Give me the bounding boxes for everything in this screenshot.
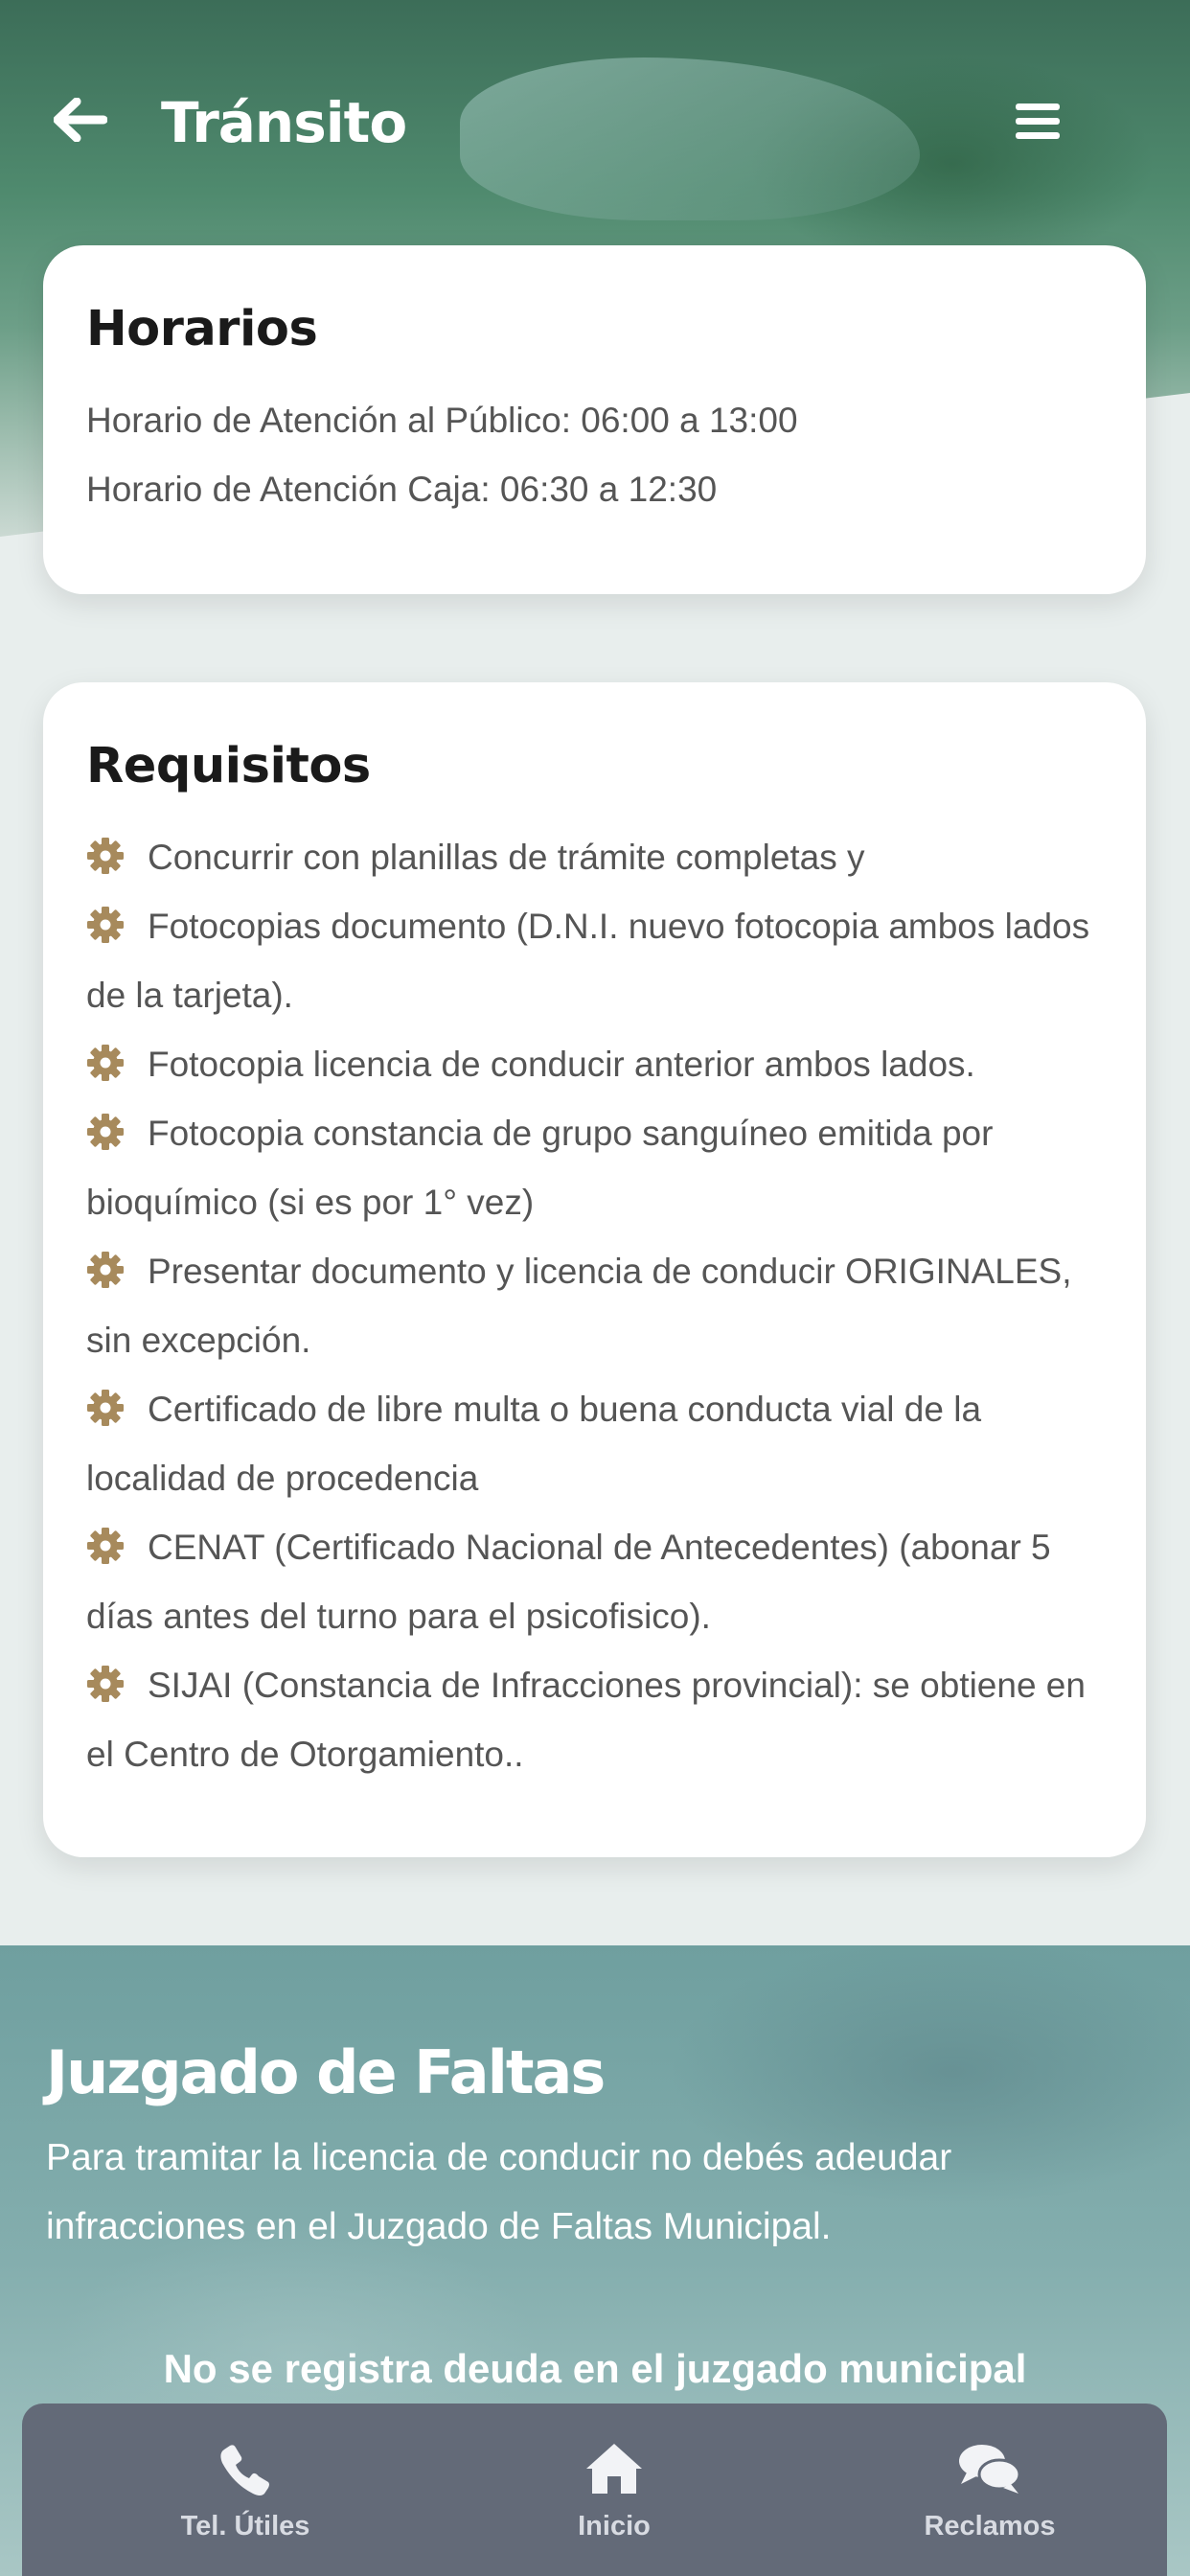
arrow-left-icon[interactable] (53, 97, 108, 143)
gear-icon (86, 1243, 125, 1288)
gear-icon (86, 829, 125, 874)
list-item: Fotocopias documento (D.N.I. nuevo fotoc… (86, 892, 1103, 1030)
bottom-navigation: Tel. Útiles Inicio Reclamos (22, 2404, 1167, 2576)
horarios-card: Horarios Horario de Atención al Público:… (43, 245, 1146, 594)
chat-bubbles-icon (959, 2445, 1021, 2494)
requisitos-title: Requisitos (86, 738, 371, 794)
list-item: SIJAI (Constancia de Infracciones provin… (86, 1651, 1103, 1789)
gear-icon (86, 1105, 125, 1150)
gear-icon (86, 1519, 125, 1564)
home-icon (586, 2444, 642, 2494)
nav-item-reclamos[interactable]: Reclamos (875, 2440, 1105, 2542)
horarios-title: Horarios (86, 301, 318, 357)
gear-icon (86, 1381, 125, 1426)
horario-caja: Horario de Atención Caja: 06:30 a 12:30 (86, 470, 718, 509)
list-item: Fotocopia licencia de conducir anterior … (86, 1030, 1103, 1099)
requisitos-card: Requisitos Concurrir con planillas de tr… (43, 682, 1146, 1857)
list-item: Presentar documento y licencia de conduc… (86, 1237, 1103, 1375)
juzgado-description: Para tramitar la licencia de conducir no… (46, 2137, 952, 2247)
hamburger-menu-icon[interactable] (1016, 102, 1060, 142)
nav-item-tel-utiles[interactable]: Tel. Útiles (130, 2440, 360, 2542)
gear-icon (86, 898, 125, 943)
list-item: Certificado de libre multa o buena condu… (86, 1375, 1103, 1513)
top-bar: Tránsito (0, 86, 1190, 155)
phone-icon (220, 2445, 269, 2496)
nav-label: Inicio (578, 2511, 651, 2542)
list-item: Fotocopia constancia de grupo sanguíneo … (86, 1099, 1103, 1237)
page-title: Tránsito (161, 90, 407, 155)
debt-status: No se registra deuda en el juzgado munic… (163, 2346, 1027, 2391)
list-item: Concurrir con planillas de trámite compl… (86, 823, 1103, 892)
list-item: CENAT (Certificado Nacional de Anteceden… (86, 1513, 1103, 1651)
horario-publico: Horario de Atención al Público: 06:00 a … (86, 401, 798, 440)
gear-icon (86, 1657, 125, 1702)
nav-label: Reclamos (924, 2511, 1056, 2542)
nav-label: Tel. Útiles (180, 2511, 310, 2542)
nav-item-inicio[interactable]: Inicio (499, 2440, 729, 2542)
juzgado-title: Juzgado de Faltas (46, 2037, 606, 2107)
gear-icon (86, 1036, 125, 1081)
requisitos-list: Concurrir con planillas de trámite compl… (86, 823, 1103, 1789)
